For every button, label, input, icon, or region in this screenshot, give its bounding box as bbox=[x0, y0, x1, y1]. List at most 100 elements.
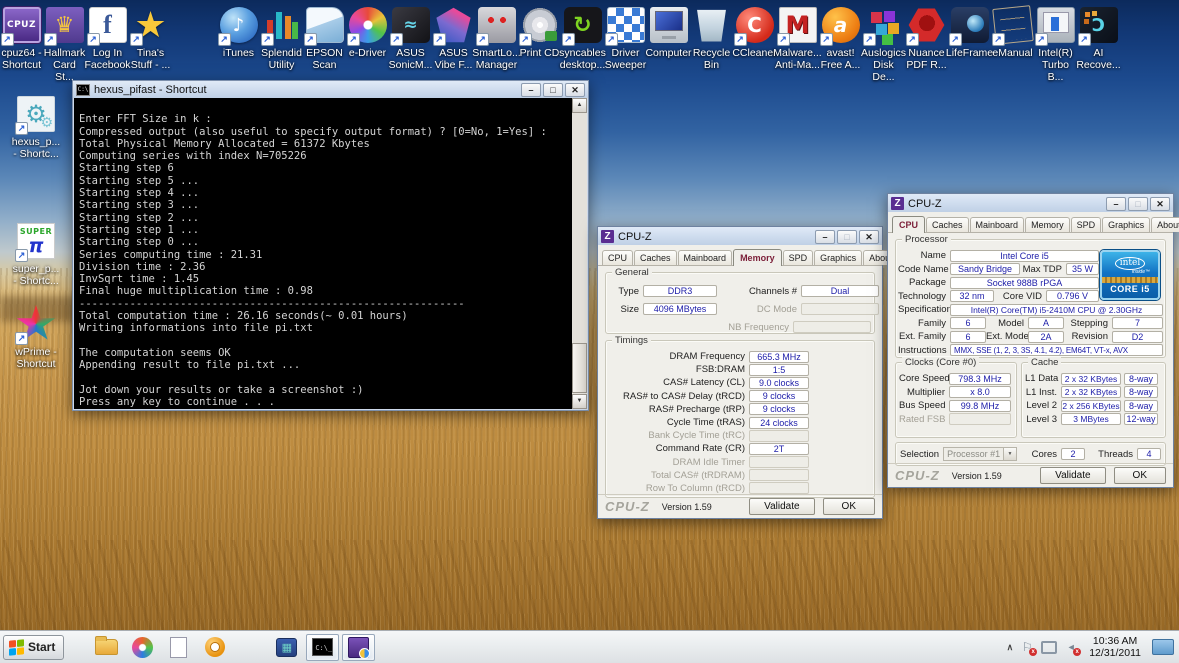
taskbar-button-cpuz[interactable] bbox=[342, 634, 375, 661]
clocks-group-label: Clocks (Core #0) bbox=[902, 357, 979, 368]
tab-spd[interactable]: SPD bbox=[783, 250, 814, 265]
console-line: Division time : 2.36 bbox=[79, 261, 571, 273]
shortcut-arrow-icon bbox=[476, 33, 489, 46]
desktop-icon-super-p-shortc[interactable]: SUPERπsuper_p... - Shortc... bbox=[3, 220, 69, 287]
package-value: Socket 988B rPGA bbox=[950, 277, 1099, 289]
minimize-button[interactable] bbox=[521, 83, 541, 97]
validate-button[interactable]: Validate bbox=[749, 498, 814, 515]
shortcut-arrow-icon bbox=[15, 249, 28, 262]
name-label: Name bbox=[898, 250, 950, 261]
minimize-button[interactable] bbox=[815, 230, 835, 244]
tab-graphics[interactable]: Graphics bbox=[1102, 217, 1150, 232]
tab-memory[interactable]: Memory bbox=[733, 249, 782, 266]
desktop-icon-emanual[interactable]: eManual bbox=[991, 4, 1034, 83]
action-center-icon[interactable] bbox=[1019, 639, 1035, 655]
desktop-icon-malware-anti-ma[interactable]: MMalware... Anti-Ma... bbox=[776, 4, 819, 83]
scroll-up-icon[interactable] bbox=[572, 98, 587, 113]
cpuz-logo: CPU-Z bbox=[895, 468, 940, 483]
desktop-icon-recycle-bin[interactable]: Recycle Bin bbox=[690, 4, 733, 83]
cpuz-cpu-window: CPU-Z CPUCachesMainboardMemorySPDGraphic… bbox=[887, 193, 1174, 488]
ok-button[interactable]: OK bbox=[1114, 467, 1166, 484]
desktop-icon-smartlo-manager[interactable]: SmartLo... Manager bbox=[475, 4, 518, 83]
tab-graphics[interactable]: Graphics bbox=[814, 250, 862, 265]
start-button[interactable]: Start bbox=[3, 635, 64, 660]
shortcut-arrow-icon bbox=[1035, 33, 1048, 46]
tab-caches[interactable]: Caches bbox=[926, 217, 969, 232]
version-text: Version 1.59 bbox=[662, 502, 712, 512]
desktop-icon-auslogics-disk-de[interactable]: Auslogics Disk De... bbox=[862, 4, 905, 83]
desktop-icon-print-cd[interactable]: Print CD bbox=[518, 4, 561, 83]
tab-cpu[interactable]: CPU bbox=[892, 216, 925, 233]
tab-caches[interactable]: Caches bbox=[634, 250, 677, 265]
desktop-icon-e-driver[interactable]: e-Driver bbox=[346, 4, 389, 83]
minimize-button[interactable] bbox=[1106, 197, 1126, 211]
close-button[interactable] bbox=[1150, 197, 1170, 211]
taskbar-button-ie[interactable] bbox=[234, 634, 267, 661]
console-scrollbar[interactable] bbox=[572, 98, 587, 409]
taskbar-button-outlook[interactable] bbox=[198, 634, 231, 661]
processor-select[interactable]: Processor #1 bbox=[943, 447, 1017, 461]
ok-button[interactable]: OK bbox=[823, 498, 875, 515]
ext-model-value: 2A bbox=[1028, 331, 1064, 343]
desktop-icon-cpuz64-shortcut[interactable]: CPUZcpuz64 - Shortcut bbox=[0, 4, 43, 83]
desktop-icon-avast-free-a[interactable]: aavast! Free A... bbox=[819, 4, 862, 83]
tab-spd[interactable]: SPD bbox=[1071, 217, 1102, 232]
scrollbar-thumb[interactable] bbox=[572, 343, 587, 393]
cpuz-cpu-footer: CPU-Z Version 1.59 Validate OK bbox=[888, 463, 1173, 487]
desktop-icon-log-in-facebook[interactable]: fLog In Facebook bbox=[86, 4, 129, 83]
console-titlebar[interactable]: hexus_pifast - Shortcut bbox=[73, 81, 588, 98]
tab-about[interactable]: About bbox=[1151, 217, 1179, 232]
volume-muted-icon[interactable] bbox=[1063, 639, 1079, 655]
desktop-icon-ai-recove[interactable]: ƆAI Recove... bbox=[1077, 4, 1120, 83]
timing-row: RAS# Precharge (tRP)9 clocks bbox=[609, 403, 871, 416]
shortcut-arrow-icon bbox=[261, 33, 274, 46]
desktop-icon-syncables-desktop[interactable]: ↻syncables desktop... bbox=[561, 4, 604, 83]
validate-button[interactable]: Validate bbox=[1040, 467, 1105, 484]
desktop-icon-label: Recycle Bin bbox=[693, 47, 730, 71]
media-icon bbox=[132, 637, 153, 658]
cpuz-memory-titlebar[interactable]: CPU-Z bbox=[598, 227, 882, 245]
timing-row: DRAM Frequency665.3 MHz bbox=[609, 350, 871, 363]
show-desktop-button[interactable] bbox=[1152, 639, 1174, 655]
taskbar-button-explorer[interactable] bbox=[90, 634, 123, 661]
taskbar-clock[interactable]: 10:36 AM 12/31/2011 bbox=[1089, 635, 1141, 660]
desktop-icon-itunes[interactable]: ♪iTunes bbox=[217, 4, 260, 83]
clock-date: 12/31/2011 bbox=[1089, 647, 1141, 660]
tab-mainboard[interactable]: Mainboard bbox=[678, 250, 733, 265]
taskbar-button-winlive[interactable] bbox=[270, 634, 303, 661]
desktop-icon-image: C bbox=[734, 4, 776, 46]
core-vid-label: Core VID bbox=[994, 291, 1046, 302]
taskbar-button-cmd[interactable] bbox=[306, 634, 339, 661]
technology-value: 32 nm bbox=[950, 290, 994, 302]
desktop-icon-driver-sweeper[interactable]: Driver Sweeper bbox=[604, 4, 647, 83]
desktop-icon-asus-sonicm[interactable]: ≈ASUS SonicM... bbox=[389, 4, 432, 83]
maximize-button[interactable] bbox=[543, 83, 563, 97]
desktop-icon-computer[interactable]: Computer bbox=[647, 4, 690, 83]
taskbar-button-word[interactable] bbox=[162, 634, 195, 661]
close-button[interactable] bbox=[565, 83, 585, 97]
desktop-icon-wprime-shortcut[interactable]: wPrime - Shortcut bbox=[3, 303, 69, 370]
desktop-icon-asus-vibe-f[interactable]: ASUS Vibe F... bbox=[432, 4, 475, 83]
explorer-icon bbox=[95, 639, 118, 655]
clock-label: Multiplier bbox=[899, 387, 949, 398]
hidden-icons-button[interactable] bbox=[1007, 642, 1014, 653]
cpuz-cpu-titlebar[interactable]: CPU-Z bbox=[888, 194, 1173, 212]
cache-way-value: 8-way bbox=[1124, 400, 1158, 412]
desktop-icon-lifeframe[interactable]: LifeFrame bbox=[948, 4, 991, 83]
desktop-icon-epson-scan[interactable]: EPSON Scan bbox=[303, 4, 346, 83]
desktop-icon-hallmark-card-st[interactable]: ♛Hallmark Card St... bbox=[43, 4, 86, 83]
desktop-icon-intel-r-turbo-b[interactable]: Intel(R) Turbo B... bbox=[1034, 4, 1077, 83]
desktop-icon-tina-s-stuff[interactable]: ★Tina's Stuff - ... bbox=[129, 4, 172, 83]
console-line: Starting step 5 ... bbox=[79, 175, 571, 187]
desktop-icon-nuance-pdf-r[interactable]: Nuance PDF R... bbox=[905, 4, 948, 83]
tab-memory[interactable]: Memory bbox=[1025, 217, 1070, 232]
tab-mainboard[interactable]: Mainboard bbox=[970, 217, 1025, 232]
close-button[interactable] bbox=[859, 230, 879, 244]
display-tray-icon[interactable] bbox=[1041, 639, 1057, 655]
taskbar-button-media[interactable] bbox=[126, 634, 159, 661]
desktop-icon-ccleaner[interactable]: CCCleaner bbox=[733, 4, 776, 83]
desktop-icon-splendid-utility[interactable]: Splendid Utility bbox=[260, 4, 303, 83]
scroll-down-icon[interactable] bbox=[572, 394, 587, 409]
desktop-icon-hexus-p-shortc[interactable]: ⚙hexus_p... - Shortc... bbox=[3, 93, 69, 160]
tab-cpu[interactable]: CPU bbox=[602, 250, 633, 265]
